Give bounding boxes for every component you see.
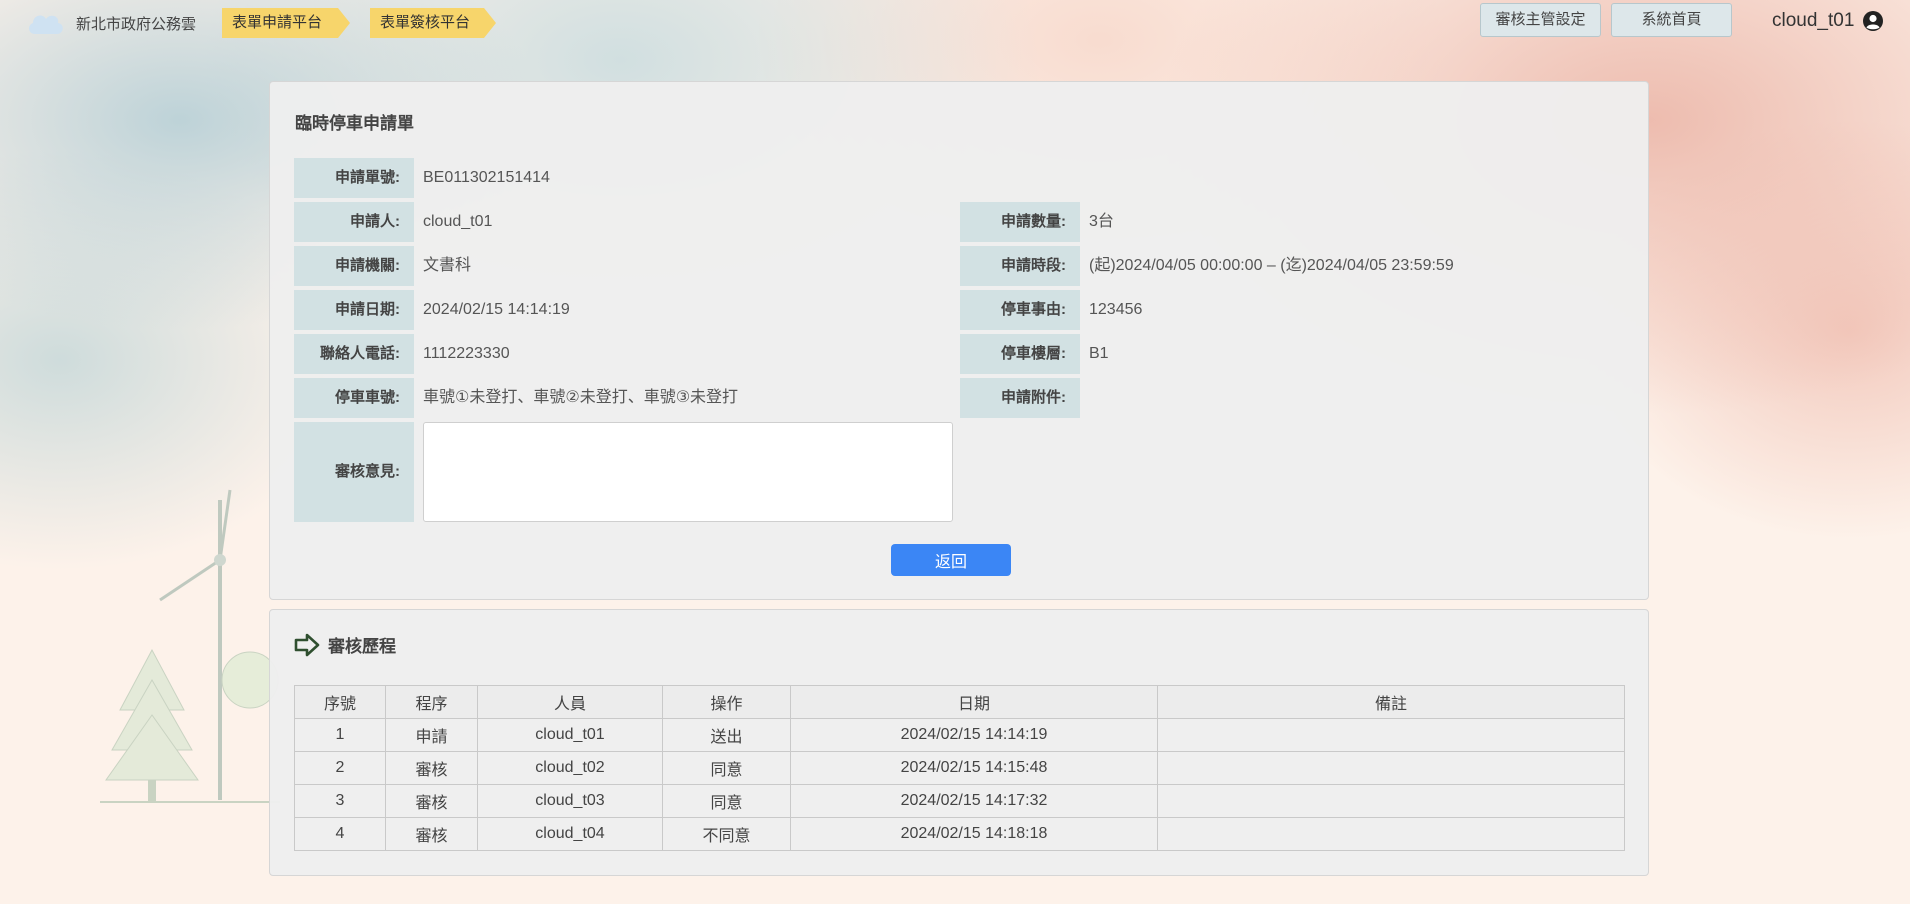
column-header: 備註 <box>1157 685 1625 719</box>
table-cell: 2 <box>294 751 386 785</box>
table-cell: 2024/02/15 14:15:48 <box>790 751 1158 785</box>
table-cell: 審核 <box>385 784 478 818</box>
user-name: cloud_t01 <box>1772 10 1855 31</box>
system-home-button[interactable]: 系統首頁 <box>1611 3 1732 37</box>
table-cell: 4 <box>294 817 386 851</box>
crumb-form-application[interactable]: 表單申請平台 <box>222 8 350 38</box>
column-header: 操作 <box>662 685 791 719</box>
field-parking-floor: 停車樓層: B1 <box>960 334 1109 374</box>
table-row: 3 審核 cloud_t03 同意 2024/02/15 14:17:32 <box>294 784 1625 818</box>
table-row: 2 審核 cloud_t02 同意 2024/02/15 14:15:48 <box>294 751 1625 785</box>
field-application-date: 申請日期: 2024/02/15 14:14:19 <box>294 290 570 330</box>
table-cell: 送出 <box>662 718 791 752</box>
column-header: 序號 <box>294 685 386 719</box>
field-value: (起)2024/04/05 00:00:00 – (迄)2024/04/05 2… <box>1089 257 1454 274</box>
parking-application-panel: 臨時停車申請單 申請單號: BE011302151414 申請人: cloud_… <box>269 81 1649 600</box>
field-contact-phone: 聯絡人電話: 1112223330 <box>294 334 510 374</box>
cloud-icon <box>29 15 63 34</box>
column-header: 日期 <box>790 685 1158 719</box>
field-value: 文書科 <box>423 257 472 274</box>
field-value: 車號①未登打、車號②未登打、車號③未登打 <box>423 389 739 406</box>
history-header: 審核歷程 <box>294 632 396 657</box>
field-value: 123456 <box>1089 301 1143 318</box>
field-time-period: 申請時段: (起)2024/04/05 00:00:00 – (迄)2024/0… <box>960 246 1454 286</box>
table-cell <box>1157 817 1625 851</box>
field-plate-numbers: 停車車號: 車號①未登打、車號②未登打、車號③未登打 <box>294 378 738 418</box>
history-title: 審核歷程 <box>328 637 396 656</box>
field-label: 聯絡人電話: <box>294 334 414 374</box>
field-label: 申請數量: <box>960 202 1080 242</box>
table-cell: 2024/02/15 14:14:19 <box>790 718 1158 752</box>
field-applicant: 申請人: cloud_t01 <box>294 202 492 242</box>
field-value: 3台 <box>1089 213 1114 230</box>
field-value: B1 <box>1089 345 1109 362</box>
table-cell: 2024/02/15 14:18:18 <box>790 817 1158 851</box>
field-label: 申請日期: <box>294 290 414 330</box>
field-label: 停車車號: <box>294 378 414 418</box>
field-quantity: 申請數量: 3台 <box>960 202 1114 242</box>
field-value: BE011302151414 <box>423 169 550 186</box>
field-agency: 申請機關: 文書科 <box>294 246 471 286</box>
field-label: 停車事由: <box>960 290 1080 330</box>
field-parking-reason: 停車事由: 123456 <box>960 290 1142 330</box>
table-cell: 同意 <box>662 751 791 785</box>
scenery-illustration <box>100 489 280 803</box>
table-cell: cloud_t03 <box>477 784 663 818</box>
user-circle-icon <box>1863 11 1884 31</box>
table-header-row: 序號 程序 人員 操作 日期 備註 <box>294 685 1625 719</box>
table-cell: cloud_t04 <box>477 817 663 851</box>
table-cell: 不同意 <box>662 817 791 851</box>
form-title: 臨時停車申請單 <box>295 114 414 133</box>
brand[interactable]: 新北市政府公務雲 <box>26 10 196 36</box>
back-button[interactable]: 返回 <box>891 544 1011 576</box>
table-cell: 2024/02/15 14:17:32 <box>790 784 1158 818</box>
field-value: 1112223330 <box>423 345 510 362</box>
table-cell: 同意 <box>662 784 791 818</box>
crumb-form-approval[interactable]: 表單簽核平台 <box>370 8 496 38</box>
user-menu[interactable]: cloud_t01 <box>1772 10 1884 32</box>
top-bar: 新北市政府公務雲 表單申請平台 表單簽核平台 審核主管設定 系統首頁 cloud… <box>0 0 1910 46</box>
brand-name: 新北市政府公務雲 <box>76 15 197 33</box>
field-label: 停車樓層: <box>960 334 1080 374</box>
table-cell: 審核 <box>385 817 478 851</box>
table-cell <box>1157 784 1625 818</box>
field-value: 2024/02/15 14:14:19 <box>423 301 570 318</box>
table-cell: 1 <box>294 718 386 752</box>
table-cell: cloud_t02 <box>477 751 663 785</box>
field-label: 申請附件: <box>960 378 1080 418</box>
review-history-panel: 審核歷程 序號 程序 人員 操作 日期 備註 1 申請 cloud_t01 送出… <box>269 609 1649 876</box>
table-row: 4 審核 cloud_t04 不同意 2024/02/15 14:18:18 <box>294 817 1625 851</box>
review-comment-input[interactable] <box>423 422 953 522</box>
supervisor-settings-button[interactable]: 審核主管設定 <box>1480 3 1601 37</box>
field-label: 審核意見: <box>294 422 414 522</box>
field-review-comment: 審核意見: <box>294 422 953 522</box>
column-header: 程序 <box>385 685 478 719</box>
field-attachments: 申請附件: <box>960 378 1089 418</box>
field-label: 申請機關: <box>294 246 414 286</box>
field-value[interactable] <box>1080 378 1089 418</box>
table-cell <box>1157 751 1625 785</box>
table-cell: cloud_t01 <box>477 718 663 752</box>
field-label: 申請單號: <box>294 158 414 198</box>
table-cell: 3 <box>294 784 386 818</box>
field-label: 申請時段: <box>960 246 1080 286</box>
table-row: 1 申請 cloud_t01 送出 2024/02/15 14:14:19 <box>294 718 1625 752</box>
field-application-no: 申請單號: BE011302151414 <box>294 158 550 198</box>
table-cell: 審核 <box>385 751 478 785</box>
table-cell <box>1157 718 1625 752</box>
column-header: 人員 <box>477 685 663 719</box>
field-label: 申請人: <box>294 202 414 242</box>
history-table: 序號 程序 人員 操作 日期 備註 1 申請 cloud_t01 送出 2024… <box>294 685 1625 851</box>
table-cell: 申請 <box>385 718 478 752</box>
arrow-right-icon <box>294 633 320 656</box>
field-value: cloud_t01 <box>423 213 493 230</box>
